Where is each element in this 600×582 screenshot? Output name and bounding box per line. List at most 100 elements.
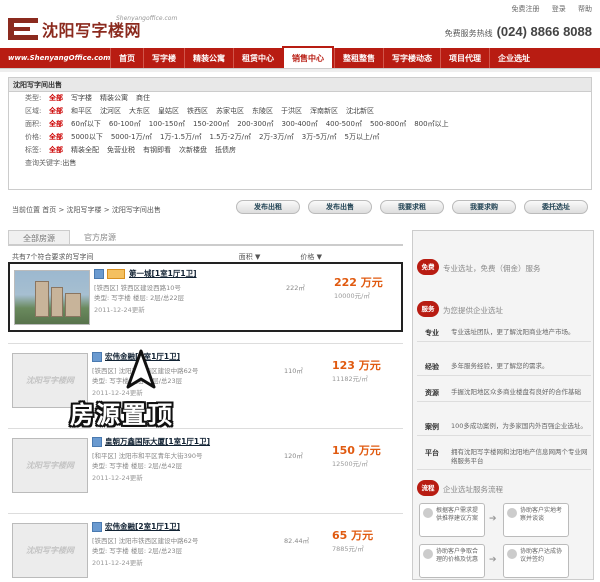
tab-official[interactable]: 官方房源: [70, 230, 130, 244]
filter-option[interactable]: 5000以下: [71, 131, 103, 144]
entrust-site-button[interactable]: 委托选址: [524, 200, 588, 214]
listing-type-icon: [92, 351, 102, 362]
nav-whole[interactable]: 整租整售: [334, 48, 383, 68]
post-sale-button[interactable]: 发布出售: [308, 200, 372, 214]
process-step-2: 协助客户实地考察并谈谈: [503, 503, 569, 537]
filter-option[interactable]: 写字楼: [71, 92, 92, 105]
filter-option[interactable]: 有钢即看: [143, 144, 171, 157]
listing-item[interactable]: 沈阳写字楼网 皇朝万鑫国际大厦[1室1厅1卫] [和平区] 沈阳市和平区青年大街…: [8, 432, 403, 502]
help-link[interactable]: 帮助: [578, 5, 592, 13]
filter-option[interactable]: 商住: [136, 92, 150, 105]
filter-option[interactable]: 沈北新区: [346, 105, 374, 118]
breadcrumb: 当前位置 首页 > 沈阳写字楼 > 沈阳写字间出售: [12, 206, 161, 214]
service-key: 专业: [425, 329, 439, 337]
filter-option[interactable]: 沈河区: [100, 105, 121, 118]
listing-separator: [8, 513, 403, 514]
listing-type-icon: [92, 521, 102, 532]
placeholder-logo: 沈阳写字楼网: [26, 461, 74, 470]
process-arrow-icon: ➔: [489, 514, 497, 524]
listing-date: 2011-12-24更新: [92, 474, 143, 482]
filter-option[interactable]: 60㎡以下: [71, 118, 101, 131]
filter-option[interactable]: 1.5万-2万/㎡: [209, 131, 250, 144]
filter-option[interactable]: 皇姑区: [158, 105, 179, 118]
filter-option[interactable]: 抵债房: [215, 144, 236, 157]
filter-option[interactable]: 全部: [49, 105, 63, 118]
tab-all[interactable]: 全部房源: [8, 230, 70, 244]
filter-option[interactable]: 于洪区: [281, 105, 302, 118]
nav-apartment[interactable]: 精装公寓: [184, 48, 233, 68]
annotation-arrow-icon: [126, 349, 156, 389]
step-icon: [423, 549, 433, 559]
login-link[interactable]: 登录: [552, 5, 566, 13]
listing-type-icon: [92, 436, 102, 447]
listing-type: 类型: 写字楼 楼层: 2层/总22层: [94, 294, 185, 302]
listing-tabs: 全部房源 官方房源: [8, 230, 403, 246]
filter-option[interactable]: 精装公寓: [100, 92, 128, 105]
listing-photo[interactable]: [14, 270, 90, 325]
filter-option[interactable]: 和平区: [71, 105, 92, 118]
register-link[interactable]: 免费注册: [512, 5, 540, 13]
listing-date: 2011-12-24更新: [92, 559, 143, 567]
filter-option[interactable]: 浑南新区: [310, 105, 338, 118]
listing-title[interactable]: 第一城[1室1厅1卫]: [129, 268, 197, 279]
filter-option[interactable]: 60-100㎡: [109, 118, 141, 131]
listing-separator: [8, 428, 403, 429]
nav-rental[interactable]: 租赁中心: [233, 48, 282, 68]
filter-option[interactable]: 2万-3万/㎡: [259, 131, 294, 144]
nav-news[interactable]: 写字楼动态: [383, 48, 440, 68]
filter-option[interactable]: 5万以上/㎡: [345, 131, 380, 144]
service-badge: 服务: [417, 301, 439, 317]
sort-area[interactable]: 面积 ▼: [239, 252, 261, 262]
listing-placeholder-image[interactable]: 沈阳写字楼网: [12, 438, 88, 493]
filter-option[interactable]: 全部: [49, 118, 63, 131]
nav-agency[interactable]: 项目代理: [440, 48, 489, 68]
filter-option[interactable]: 精装全配: [71, 144, 99, 157]
filter-option[interactable]: 东陵区: [252, 105, 273, 118]
filter-option[interactable]: 5000-1万/㎡: [111, 131, 152, 144]
listing-type: 类型: 写字楼 楼层: 2层/总23层: [92, 547, 183, 555]
filter-option[interactable]: 出售: [62, 157, 76, 170]
filter-option[interactable]: 150-200㎡: [193, 118, 229, 131]
filter-option[interactable]: 次新楼盘: [179, 144, 207, 157]
filter-option[interactable]: 100-150㎡: [149, 118, 185, 131]
listing-separator: [8, 343, 403, 344]
nav-sales[interactable]: 销售中心: [282, 46, 334, 68]
nav-office[interactable]: 写字楼: [143, 48, 184, 68]
filter-label: 面积:: [25, 120, 42, 128]
listing-item[interactable]: 沈阳写字楼网 宏伟金融[1室1厅1卫] [铁西区] 沈阳市铁西区建设中路62号 …: [8, 347, 403, 417]
listing-title[interactable]: 宏伟金融[2室1厅1卫]: [105, 521, 180, 532]
filter-option[interactable]: 1万-1.5万/㎡: [160, 131, 201, 144]
filter-option[interactable]: 铁西区: [187, 105, 208, 118]
filter-option[interactable]: 免营业税: [107, 144, 135, 157]
filter-option[interactable]: 全部: [49, 131, 63, 144]
listing-price: 222 万元: [334, 276, 383, 289]
filter-option[interactable]: 3万-5万/㎡: [302, 131, 337, 144]
free-title: 专业选址，免费（佣金）服务: [443, 264, 541, 273]
filter-row: 面积: 全部 60㎡以下 60-100㎡ 100-150㎡ 150-200㎡ 200-300…: [9, 118, 591, 131]
result-summary: 共有7个符合要求的写字间: [12, 253, 94, 261]
filter-option[interactable]: 800㎡以上: [414, 118, 448, 131]
want-buy-button[interactable]: 我要求购: [452, 200, 516, 214]
nav-home[interactable]: 首页: [110, 48, 143, 68]
service-row: 案例 100多成功案例，为多家国内外百强企业选址。: [417, 419, 591, 436]
want-rent-button[interactable]: 我要求租: [380, 200, 444, 214]
nav-site-selection[interactable]: 企业选址: [489, 48, 538, 68]
filter-option[interactable]: 全部: [49, 92, 63, 105]
filter-option[interactable]: 500-800㎡: [370, 118, 406, 131]
listing-item[interactable]: 沈阳写字楼网 宏伟金融[2室1厅1卫] [铁西区] 沈阳市铁西区建设中路62号 …: [8, 517, 403, 582]
process-step-4: 协助客户达成协议并签约: [503, 544, 569, 578]
post-rent-button[interactable]: 发布出租: [236, 200, 300, 214]
listing-title[interactable]: 皇朝万鑫国际大厦[1室1厅1卫]: [105, 436, 210, 447]
filter-option[interactable]: 200-300㎡: [237, 118, 273, 131]
filter-option[interactable]: 苏家屯区: [216, 105, 244, 118]
listing-placeholder-image[interactable]: 沈阳写字楼网: [12, 523, 88, 578]
filter-option[interactable]: 300-400㎡: [281, 118, 317, 131]
service-key: 经验: [425, 363, 439, 371]
listing-item[interactable]: 第一城[1室1厅1卫] [铁西区] 铁西区建设西路10号 类型: 写字楼 楼层:…: [8, 262, 403, 332]
filter-label: 类型:: [25, 94, 42, 102]
filter-option[interactable]: 全部: [49, 144, 63, 157]
sort-price[interactable]: 价格 ▼: [300, 252, 322, 262]
filter-option[interactable]: 大东区: [129, 105, 150, 118]
filter-option[interactable]: 400-500㎡: [326, 118, 362, 131]
site-logo[interactable]: 沈阳写字楼网 Shenyangoffice.com: [8, 15, 177, 41]
